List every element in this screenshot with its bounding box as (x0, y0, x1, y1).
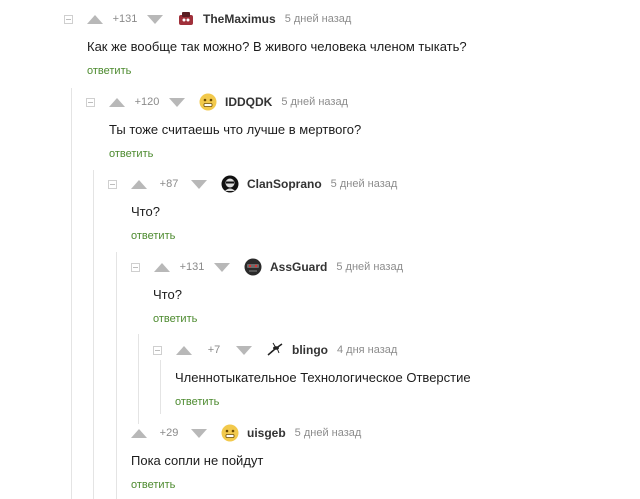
avatar[interactable] (266, 341, 284, 359)
comment-thread: +131 TheMaximus 5 дней назад Как же вооб… (0, 0, 640, 499)
user-avatar-icon (221, 175, 239, 193)
upvote-icon[interactable] (131, 428, 147, 438)
reply-link[interactable]: ответить (131, 479, 175, 491)
avatar[interactable] (244, 258, 262, 276)
upvote-icon[interactable] (154, 262, 170, 272)
collapse-toggle[interactable] (153, 345, 162, 355)
user-avatar-icon (177, 10, 195, 28)
comment-rating: +7 (207, 344, 221, 356)
comment-author[interactable]: TheMaximus (203, 12, 276, 26)
downvote-icon[interactable] (147, 14, 163, 24)
comment-text: Ты тоже считаешь что лучше в мертвого? (109, 122, 362, 137)
reply-link[interactable]: ответить (87, 65, 131, 77)
comment-date: 5 дней назад (330, 178, 398, 190)
comment-text: Членнотыкательное Технологическое Отверс… (175, 370, 471, 385)
comment-rating: +131 (112, 13, 138, 25)
reply-link[interactable]: ответить (131, 230, 175, 242)
comment-author[interactable]: blingo (292, 343, 328, 357)
avatar[interactable] (177, 10, 195, 28)
comment-date: 5 дней назад (281, 96, 348, 108)
downvote-icon[interactable] (191, 428, 207, 438)
avatar[interactable] (199, 93, 217, 111)
comment-rating: +29 (159, 427, 179, 439)
smiley-avatar-icon (221, 424, 239, 442)
comment-text: Что? (131, 204, 160, 219)
collapse-toggle[interactable] (64, 14, 73, 24)
comment-rating: +120 (134, 96, 160, 108)
reply-link[interactable]: ответить (153, 313, 197, 325)
thread-line (93, 170, 94, 499)
user-avatar-icon (244, 258, 262, 276)
avatar[interactable] (221, 175, 239, 193)
thread-line (116, 252, 117, 499)
comment-author[interactable]: IDDQDK (225, 95, 272, 109)
reply-link[interactable]: ответить (175, 396, 219, 408)
comment-date: 5 дней назад (284, 13, 352, 25)
downvote-icon[interactable] (236, 345, 252, 355)
smiley-avatar-icon (199, 93, 217, 111)
reply-link[interactable]: ответить (109, 148, 153, 160)
comment-author[interactable]: uisgeb (247, 426, 286, 440)
comment-rating: +131 (179, 261, 205, 273)
upvote-icon[interactable] (87, 14, 103, 24)
comment-author[interactable]: ClanSoprano (247, 177, 322, 191)
upvote-icon[interactable] (131, 179, 147, 189)
comment-text: Пока сопли не пойдут (131, 453, 264, 468)
comment-date: 4 дня назад (337, 344, 398, 356)
comment-text: Что? (153, 287, 182, 302)
mosquito-avatar-icon (266, 341, 284, 359)
collapse-toggle[interactable] (86, 97, 95, 107)
comment-date: 5 дней назад (294, 427, 362, 439)
downvote-icon[interactable] (191, 179, 207, 189)
avatar[interactable] (221, 424, 239, 442)
upvote-icon[interactable] (176, 345, 192, 355)
downvote-icon[interactable] (169, 97, 185, 107)
thread-line (138, 334, 139, 424)
thread-line (71, 88, 72, 499)
comment-date: 5 дней назад (336, 261, 403, 273)
upvote-icon[interactable] (109, 97, 125, 107)
comment-author[interactable]: AssGuard (270, 260, 327, 274)
downvote-icon[interactable] (214, 262, 230, 272)
thread-line (160, 360, 161, 414)
collapse-toggle[interactable] (131, 262, 140, 272)
comment-text: Как же вообще так можно? В живого челове… (87, 39, 467, 54)
comment-rating: +87 (159, 178, 179, 190)
collapse-toggle[interactable] (108, 179, 117, 189)
